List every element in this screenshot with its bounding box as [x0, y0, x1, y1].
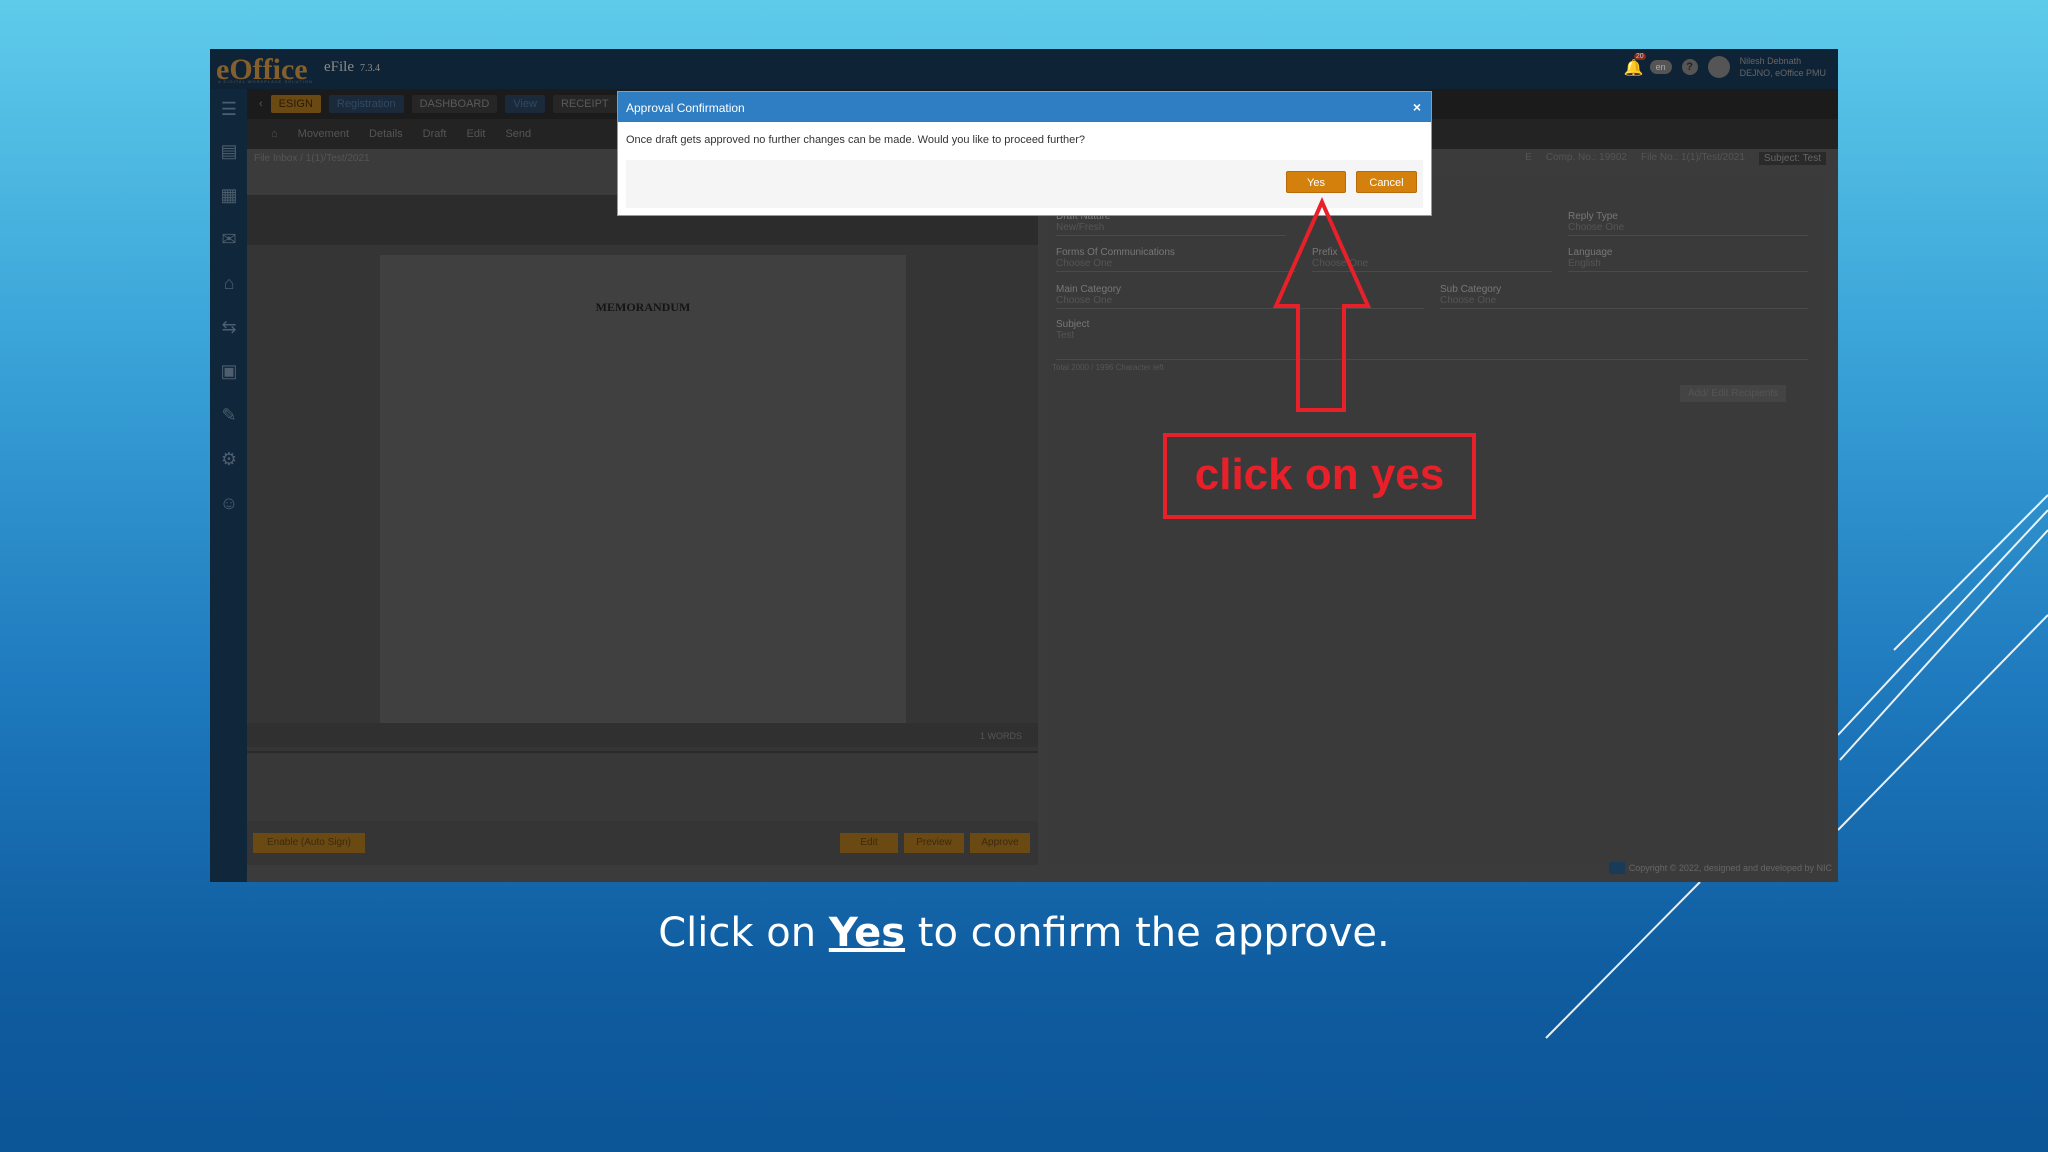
breadcrumb[interactable]: File Inbox / 1(1)/Test/2021 [254, 153, 370, 164]
dialog-message: Once draft gets approved no further chan… [626, 134, 1086, 146]
nic-logo-icon [1608, 862, 1625, 874]
subnav-movement[interactable]: Movement [298, 128, 349, 140]
language-field[interactable]: Language English [1568, 247, 1808, 272]
comp-no: Comp. No.: 19902 [1545, 152, 1627, 163]
file-move-icon[interactable]: ⇆ [219, 317, 239, 337]
editor-page[interactable]: MEMORANDUM [380, 255, 906, 723]
cancel-button[interactable]: Cancel [1356, 171, 1417, 193]
user-name: Nilesh Debnath [1739, 56, 1802, 66]
header-tools: 🔔 20 en ? Nilesh Debnath DEJNO, eOffice P… [1624, 53, 1826, 79]
yes-button[interactable]: Yes [1286, 171, 1346, 193]
logo-tagline: A DIGITAL WORKPLACE SOLUTION [218, 79, 313, 84]
user-settings-icon[interactable]: ☺ [219, 493, 239, 513]
remarks-box[interactable] [247, 751, 1038, 821]
memo-heading: MEMORANDUM [595, 300, 691, 314]
nav-registration[interactable]: Registration [328, 95, 404, 113]
caption-suffix: to confirm the approve. [905, 910, 1390, 956]
footer: Copyright © 2022, designed and developed… [1608, 862, 1832, 874]
forms-value: Choose One [1056, 258, 1296, 272]
receipt-icon[interactable]: ▦ [219, 185, 239, 205]
user-info[interactable]: Nilesh Debnath DEJNO, eOffice PMU [1740, 55, 1826, 79]
language-label: Language [1568, 247, 1613, 258]
nav-receipt[interactable]: RECEIPT [552, 95, 617, 113]
menu-icon[interactable]: ☰ [219, 99, 239, 119]
nav-view[interactable]: View [505, 95, 545, 113]
files-icon[interactable]: ▣ [219, 361, 239, 381]
subject-value: Test [1056, 330, 1808, 360]
callout-text: click on yes [1194, 450, 1445, 499]
subnav-draft[interactable]: Draft [423, 128, 447, 140]
home-icon[interactable]: ⌂ [271, 128, 278, 140]
add-recipients-button[interactable]: Add/ Edit Recipients [1680, 385, 1787, 402]
prefix-label: Prefix [1312, 247, 1338, 258]
notification-badge: 20 [1633, 53, 1646, 60]
product-label: eFile [324, 59, 354, 75]
nav-back-icon[interactable]: ‹ [259, 98, 263, 110]
preview-button[interactable]: Preview [904, 833, 964, 853]
prefix-value: Choose One [1312, 258, 1552, 272]
caption-emphasis: Yes [828, 910, 906, 956]
subnav-send[interactable]: Send [505, 128, 531, 140]
close-icon[interactable]: × [1413, 99, 1421, 115]
edit-icon[interactable]: ✎ [219, 405, 239, 425]
dialog-header: Approval Confirmation × [618, 92, 1431, 122]
language-switcher[interactable]: en [1649, 60, 1672, 74]
subject-field[interactable]: Subject Test [1056, 319, 1808, 360]
draft-form: Draft Nature New/Fresh Reply Type Choose… [1048, 175, 1824, 865]
subnav-details[interactable]: Details [369, 128, 403, 140]
reply-type-field[interactable]: Reply Type Choose One [1568, 211, 1808, 236]
char-count: Total 2000 / 1996 Character left [1052, 363, 1164, 372]
nav-dashboard[interactable]: DASHBOARD [411, 95, 498, 113]
draft-editor: MEMORANDUM 1 WORDS Enable (Auto Sign) Ed… [247, 195, 1038, 865]
click-on-yes-callout: click on yes [1163, 433, 1476, 519]
inbox-icon[interactable]: ⌂ [219, 273, 239, 293]
reply-type-label: Reply Type [1568, 211, 1618, 222]
draft-nature-value: New/Fresh [1056, 222, 1286, 236]
help-icon[interactable]: ? [1681, 59, 1698, 75]
version-label: 7.3.4 [360, 63, 380, 74]
subject-label: Subject [1056, 319, 1090, 330]
dialog-footer: Yes Cancel [626, 160, 1423, 208]
forms-of-communication-field[interactable]: Forms Of Communications Choose One [1056, 247, 1296, 272]
mail-icon[interactable]: ✉ [219, 229, 239, 249]
sidebar: ☰ ▤ ▦ ✉ ⌂ ⇆ ▣ ✎ ⚙ ☺ [210, 89, 247, 882]
approve-button[interactable]: Approve [970, 833, 1030, 853]
reply-type-value: Choose One [1568, 222, 1808, 236]
approval-confirmation-dialog: Approval Confirmation × Once draft gets … [617, 91, 1432, 216]
prefix-field[interactable]: Prefix Choose One [1312, 247, 1552, 272]
bell-icon[interactable]: 🔔 20 [1624, 53, 1646, 77]
file-e-label: E [1525, 152, 1532, 163]
main-category-value: Choose One [1056, 295, 1424, 309]
file-info: E Comp. No.: 19902 File No.: 1(1)/Test/2… [1525, 152, 1826, 165]
product-name: eFile 7.3.4 [324, 59, 380, 76]
user-role: DEJNO, eOffice PMU [1739, 68, 1826, 78]
main-category-field[interactable]: Main Category Choose One [1056, 284, 1424, 309]
copyright: Copyright © 2022, designed and developed… [1628, 863, 1832, 873]
word-count: 1 WORDS [247, 723, 1038, 747]
enable-auto-sign-checkbox[interactable]: Enable (Auto Sign) [253, 833, 365, 853]
caption-prefix: Click on [658, 910, 829, 956]
sub-category-value: Choose One [1440, 295, 1808, 309]
editor-actions: Enable (Auto Sign) Edit Preview Approve [247, 827, 1038, 857]
avatar[interactable] [1707, 56, 1730, 78]
edit-button[interactable]: Edit [840, 833, 898, 853]
app-header: eOffice A DIGITAL WORKPLACE SOLUTION eFi… [210, 49, 1838, 89]
settings-icon[interactable]: ⚙ [219, 449, 239, 469]
main-category-label: Main Category [1056, 284, 1122, 295]
efile-screenshot: eOffice A DIGITAL WORKPLACE SOLUTION eFi… [210, 49, 1838, 882]
sub-category-field[interactable]: Sub Category Choose One [1440, 284, 1808, 309]
subnav-edit[interactable]: Edit [466, 128, 485, 140]
subject-badge: Subject: Test [1758, 152, 1826, 165]
dialog-title: Approval Confirmation [626, 101, 745, 115]
file-no: File No.: 1(1)/Test/2021 [1640, 152, 1745, 163]
language-value: English [1568, 258, 1808, 272]
file-register-icon[interactable]: ▤ [219, 141, 239, 161]
forms-label: Forms Of Communications [1056, 247, 1175, 258]
nav-esign[interactable]: ESIGN [270, 95, 321, 113]
slide-caption: Click on Yes to confirm the approve. [0, 910, 2048, 956]
sub-category-label: Sub Category [1440, 284, 1502, 295]
